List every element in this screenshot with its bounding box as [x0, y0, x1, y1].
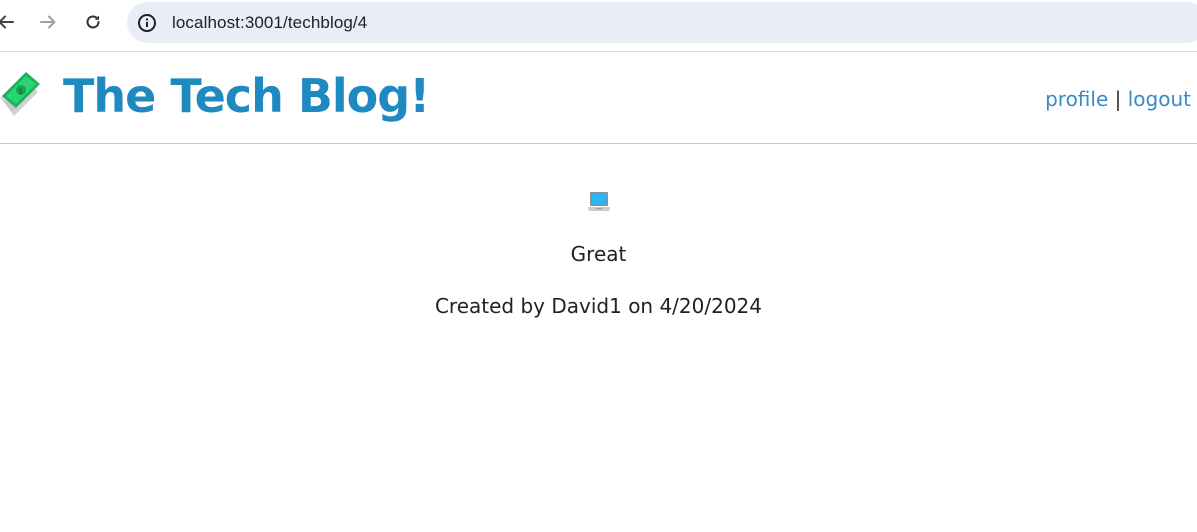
reload-icon[interactable]: [81, 10, 105, 34]
money-with-wings-icon: $: [0, 72, 40, 116]
profile-link[interactable]: profile: [1045, 87, 1108, 111]
post-meta: Created by David1 on 4/20/2024: [434, 294, 763, 318]
laptop-icon: [587, 192, 610, 211]
back-arrow-icon[interactable]: [0, 10, 18, 34]
post-content: Great: [570, 242, 627, 266]
browser-toolbar: localhost:3001/techblog/4: [0, 0, 1197, 45]
address-bar[interactable]: localhost:3001/techblog/4: [127, 2, 1197, 43]
post-container: Great Created by David1 on 4/20/2024: [0, 180, 1197, 318]
site-info-icon[interactable]: [137, 13, 157, 33]
svg-text:$: $: [18, 87, 23, 96]
header-nav: profile | logout: [1045, 87, 1191, 111]
nav-separator: |: [1114, 87, 1122, 111]
site-title[interactable]: The Tech Blog!: [63, 68, 430, 124]
site-header: $ The Tech Blog! profile | logout: [0, 52, 1197, 144]
forward-arrow-icon[interactable]: [36, 10, 60, 34]
url-text[interactable]: localhost:3001/techblog/4: [172, 13, 367, 33]
logout-link[interactable]: logout: [1128, 87, 1191, 111]
